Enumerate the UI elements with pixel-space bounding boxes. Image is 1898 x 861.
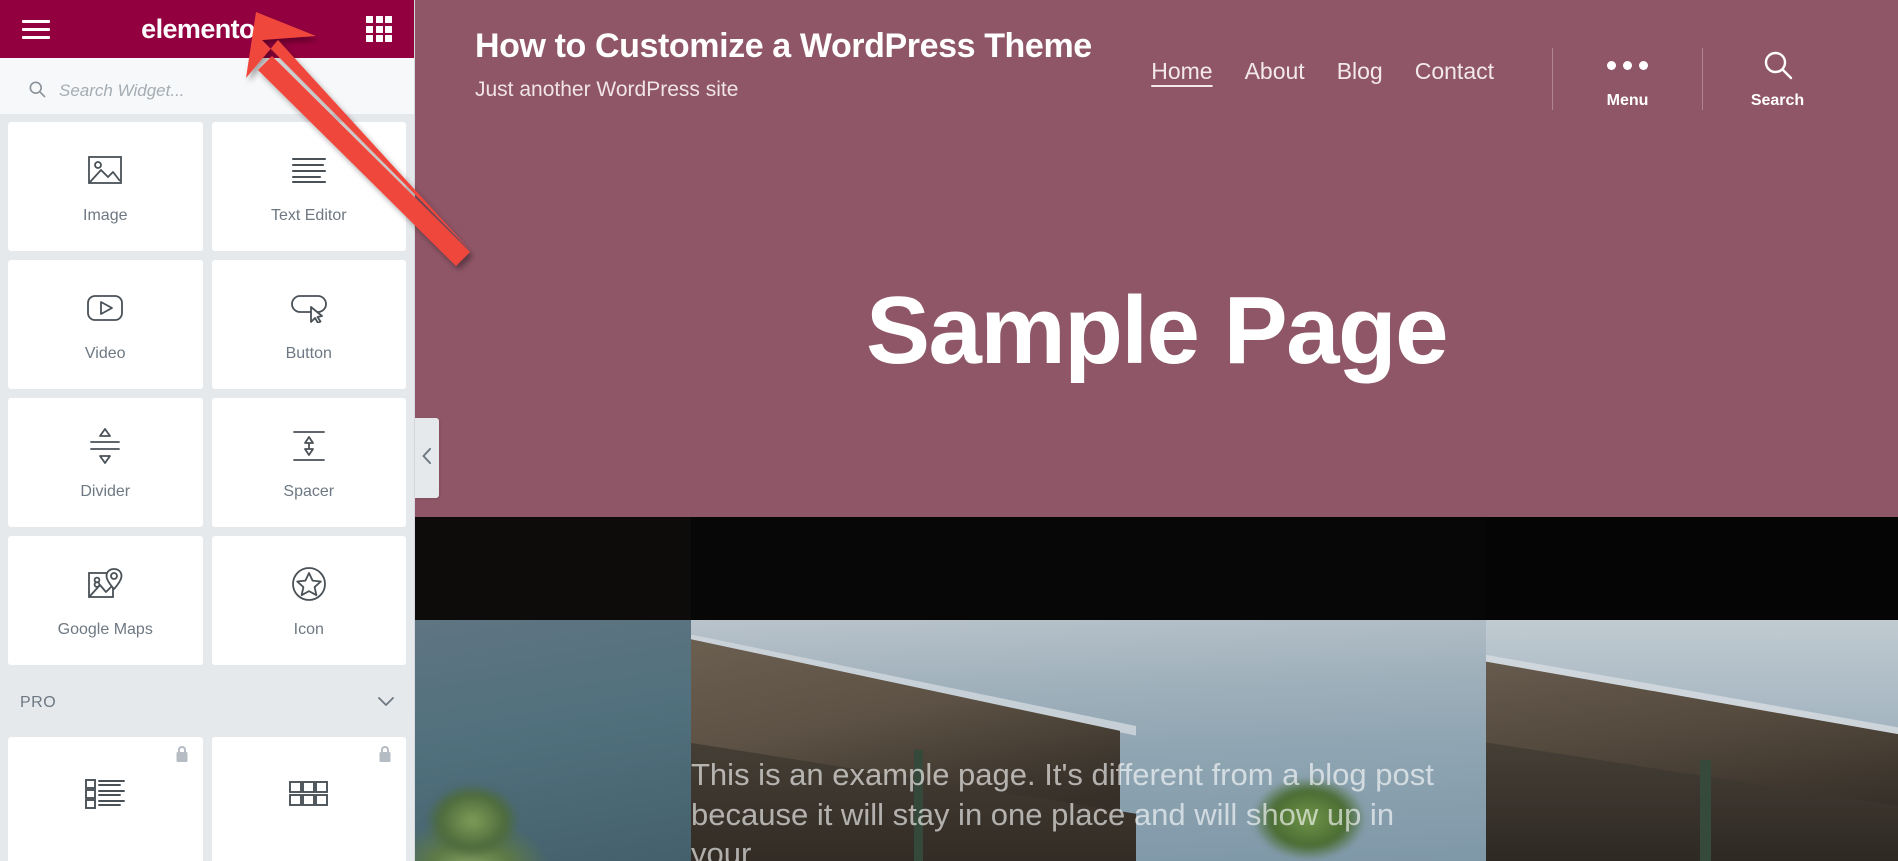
gallery-column-1[interactable] (415, 517, 691, 861)
widget-label: Divider (80, 482, 131, 500)
gallery-photo-sky-palm (415, 620, 691, 861)
pro-section-title: PRO (20, 694, 57, 711)
portfolio-grid-icon (288, 773, 330, 815)
building-pole-shape (1700, 759, 1712, 861)
text-editor-icon (290, 149, 328, 191)
panel-collapse-handle[interactable] (415, 418, 439, 498)
widget-label: Image (83, 206, 128, 224)
search-input[interactable] (59, 81, 387, 101)
widget-label: Spacer (283, 482, 335, 500)
gallery-dark-overlay (1486, 517, 1898, 620)
nav-link-contact[interactable]: Contact (1415, 58, 1494, 85)
nav-link-blog[interactable]: Blog (1337, 58, 1383, 85)
widget-label: Video (84, 344, 126, 362)
widget-card-video[interactable]: Video (8, 260, 203, 389)
site-header: How to Customize a WordPress Theme Just … (415, 0, 1898, 145)
search-widget-box[interactable] (12, 68, 402, 114)
panel-search-container (0, 58, 414, 114)
gallery-photo-building-center (691, 620, 1486, 861)
panel-header: elementor (0, 0, 414, 58)
gallery-column-2[interactable] (691, 517, 1486, 861)
menu-toggle-label: Menu (1606, 92, 1649, 109)
search-icon (1762, 48, 1794, 82)
google-maps-icon (86, 563, 124, 605)
nav-link-home[interactable]: Home (1151, 58, 1212, 85)
gallery-photo-building-right (1486, 620, 1898, 861)
elementor-logo-title: elementor (141, 13, 265, 44)
menu-toggle-button[interactable]: Menu (1552, 48, 1702, 110)
divider-icon (85, 425, 125, 467)
elementor-widget-panel: elementor Search Widget... Image Text Ed… (0, 0, 415, 861)
nav-link-about[interactable]: About (1245, 58, 1305, 85)
gallery-dark-overlay (415, 517, 691, 620)
widget-grid: Image Text Editor Video Button Divider S… (8, 122, 406, 861)
widget-label: Text Editor (270, 206, 347, 224)
spacer-icon (289, 425, 329, 467)
widget-card-text-editor[interactable]: Text Editor (211, 122, 406, 251)
star-circle-icon (290, 563, 328, 605)
header-tools: Menu Search (1552, 48, 1898, 110)
button-cursor-icon (289, 287, 329, 329)
lock-icon (175, 746, 189, 768)
search-icon (27, 79, 47, 104)
site-navigation: Home About Blog Contact (1151, 58, 1494, 85)
widget-list-scroll-area[interactable]: Image Text Editor Video Button Divider S… (0, 114, 414, 861)
widget-card-icon[interactable]: Icon (211, 536, 406, 665)
widget-label: Icon (293, 620, 324, 638)
chevron-down-icon[interactable] (378, 694, 394, 712)
video-play-icon (86, 287, 124, 329)
widget-card-pro-portfolio[interactable] (211, 737, 406, 861)
widget-card-button[interactable]: Button (211, 260, 406, 389)
building-pole-shape (913, 750, 923, 861)
ellipsis-icon (1607, 48, 1648, 82)
search-toggle-button[interactable]: Search (1702, 48, 1852, 110)
widget-card-spacer[interactable]: Spacer (211, 398, 406, 527)
widget-label: Google Maps (57, 620, 153, 638)
palm-tree-shape (1218, 736, 1399, 861)
widget-card-pro-posts[interactable] (8, 737, 203, 861)
site-identity: How to Customize a WordPress Theme Just … (415, 26, 1092, 102)
page-hero: Sample Page (415, 145, 1898, 517)
widget-card-image[interactable]: Image (8, 122, 203, 251)
grid-apps-icon[interactable] (366, 16, 392, 42)
pro-section-header[interactable]: PRO (8, 674, 406, 728)
site-tagline: Just another WordPress site (475, 77, 739, 101)
site-title[interactable]: How to Customize a WordPress Theme (475, 26, 1092, 67)
gallery-column-3[interactable] (1486, 517, 1898, 861)
page-title[interactable]: Sample Page (866, 276, 1449, 386)
widget-label: Button (285, 344, 332, 362)
chevron-left-icon (422, 447, 432, 469)
widget-card-divider[interactable]: Divider (8, 398, 203, 527)
elementor-editor-screen: elementor Search Widget... Image Text Ed… (0, 0, 1898, 861)
image-gallery-band (415, 517, 1898, 861)
gallery-dark-overlay (691, 517, 1486, 620)
widget-card-google-maps[interactable]: Google Maps (8, 536, 203, 665)
lock-icon (378, 746, 392, 768)
posts-list-icon (84, 773, 126, 815)
preview-canvas: How to Customize a WordPress Theme Just … (415, 0, 1898, 861)
search-toggle-label: Search (1750, 92, 1805, 109)
image-icon (87, 149, 123, 191)
